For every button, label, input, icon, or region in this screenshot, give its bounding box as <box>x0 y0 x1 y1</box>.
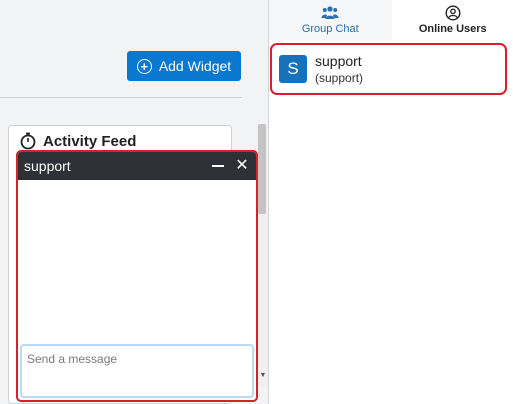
chat-header: support ✕ <box>18 152 256 180</box>
scrollbar-thumb[interactable] <box>258 124 266 214</box>
tab-online-users-label: Online Users <box>418 23 487 35</box>
close-icon: ✕ <box>235 157 249 174</box>
message-input[interactable] <box>20 344 254 398</box>
tab-online-users[interactable]: Online Users <box>391 0 513 40</box>
chat-messages-area <box>18 180 256 344</box>
scroll-down-arrow-icon[interactable]: ▼ <box>259 372 267 380</box>
activity-feed-title: Activity Feed <box>43 132 137 150</box>
chat-window: support ✕ <box>16 150 258 402</box>
tab-group-chat[interactable]: Group Chat <box>269 0 392 40</box>
divider <box>0 97 242 98</box>
online-user-item[interactable]: S support (support) <box>270 43 507 95</box>
add-widget-label: Add Widget <box>158 58 232 74</box>
avatar: S <box>279 55 307 83</box>
minimize-icon <box>212 165 224 167</box>
stopwatch-icon <box>20 132 36 150</box>
close-button[interactable]: ✕ <box>234 158 250 174</box>
users-panel: Group Chat Online Users S support (suppo… <box>268 0 513 404</box>
user-name: support <box>315 52 362 69</box>
add-widget-button[interactable]: + Add Widget <box>127 51 241 81</box>
user-handle: (support) <box>315 70 364 85</box>
plus-circle-icon: + <box>136 58 152 74</box>
chat-title: support <box>24 158 71 174</box>
activity-feed-header: Activity Feed <box>19 132 136 150</box>
user-circle-icon <box>445 5 461 21</box>
minimize-button[interactable] <box>210 158 226 174</box>
panel-tabs: Group Chat Online Users <box>269 0 513 40</box>
scrollbar[interactable] <box>257 124 268 386</box>
user-info: support (support) <box>315 53 363 86</box>
group-icon <box>321 6 339 19</box>
tab-group-chat-label: Group Chat <box>301 23 359 35</box>
